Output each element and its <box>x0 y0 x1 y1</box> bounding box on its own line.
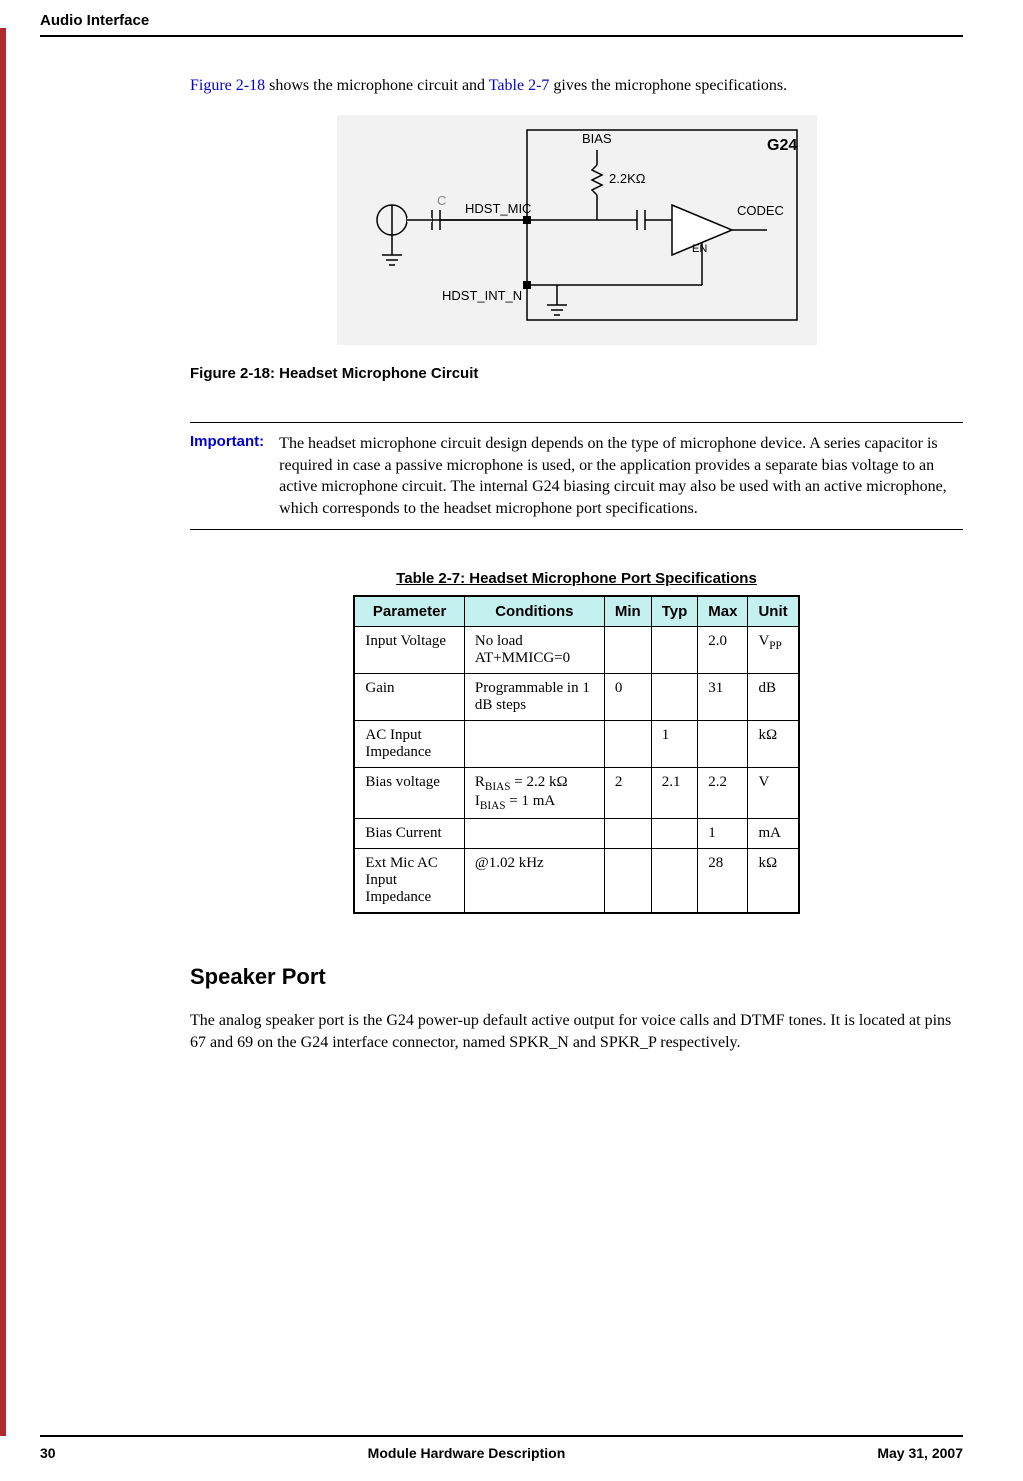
cell-min <box>604 849 651 914</box>
th-conditions: Conditions <box>464 596 604 627</box>
speaker-port-heading: Speaker Port <box>190 964 963 990</box>
cell-min: 2 <box>604 768 651 819</box>
table-header-row: Parameter Conditions Min Typ Max Unit <box>354 596 798 627</box>
note-label: Important: <box>190 433 264 519</box>
cell-typ: 1 <box>651 721 698 768</box>
important-note: Important: The headset microphone circui… <box>190 422 963 530</box>
table-row: AC Input Impedance 1 kΩ <box>354 721 798 768</box>
en-label: EN <box>692 243 707 255</box>
cell-unit: mA <box>748 819 799 849</box>
th-parameter: Parameter <box>354 596 464 627</box>
spec-table: Parameter Conditions Min Typ Max Unit In… <box>353 595 799 914</box>
table-row: GainProgrammable in 1 dB steps0 31dB <box>354 674 798 721</box>
cell-unit: dB <box>748 674 799 721</box>
g24-label: G24 <box>767 137 797 154</box>
cell-min <box>604 627 651 674</box>
th-unit: Unit <box>748 596 799 627</box>
cell-min <box>604 819 651 849</box>
cell-unit: VPP <box>748 627 799 674</box>
cell-parameter: Bias Current <box>354 819 464 849</box>
intro-text-1: shows the microphone circuit and <box>265 77 489 94</box>
cell-parameter: Ext Mic AC Input Impedance <box>354 849 464 914</box>
cell-unit: kΩ <box>748 721 799 768</box>
hdst-int-n-label: HDST_INT_N <box>442 288 522 303</box>
cell-conditions: Programmable in 1 dB steps <box>464 674 604 721</box>
cell-typ <box>651 627 698 674</box>
circuit-diagram: G24 BIAS 2.2KΩ HDST_MIC <box>337 115 817 345</box>
th-typ: Typ <box>651 596 698 627</box>
intro-paragraph: Figure 2-18 shows the microphone circuit… <box>190 77 963 95</box>
section-header: Audio Interface <box>40 12 963 37</box>
cell-min <box>604 721 651 768</box>
intro-text-2: gives the microphone specifications. <box>549 77 787 94</box>
cap-c-label: C <box>437 193 446 208</box>
cell-max: 31 <box>698 674 748 721</box>
cell-unit: kΩ <box>748 849 799 914</box>
cell-conditions: No loadAT+MMICG=0 <box>464 627 604 674</box>
cell-parameter: Input Voltage <box>354 627 464 674</box>
footer-page-number: 30 <box>40 1445 56 1461</box>
cell-max: 1 <box>698 819 748 849</box>
cell-max: 2.0 <box>698 627 748 674</box>
cell-max: 2.2 <box>698 768 748 819</box>
codec-label: CODEC <box>737 203 784 218</box>
table-caption: Table 2-7: Headset Microphone Port Speci… <box>190 570 963 587</box>
table-row: Ext Mic AC Input Impedance@1.02 kHz 28kΩ <box>354 849 798 914</box>
note-text: The headset microphone circuit design de… <box>279 433 963 519</box>
cell-conditions: @1.02 kHz <box>464 849 604 914</box>
bias-label: BIAS <box>582 131 612 146</box>
table-ref-link[interactable]: Table 2-7 <box>489 77 550 94</box>
table-row: Bias Current 1mA <box>354 819 798 849</box>
cell-max <box>698 721 748 768</box>
cell-parameter: AC Input Impedance <box>354 721 464 768</box>
cell-parameter: Bias voltage <box>354 768 464 819</box>
th-min: Min <box>604 596 651 627</box>
left-red-bar <box>0 28 6 1436</box>
footer-date: May 31, 2007 <box>877 1445 963 1461</box>
footer-title: Module Hardware Description <box>368 1445 566 1461</box>
cell-conditions <box>464 819 604 849</box>
th-max: Max <box>698 596 748 627</box>
cell-parameter: Gain <box>354 674 464 721</box>
cell-typ <box>651 819 698 849</box>
cell-conditions: RBIAS = 2.2 kΩIBIAS = 1 mA <box>464 768 604 819</box>
cell-conditions <box>464 721 604 768</box>
cell-unit: V <box>748 768 799 819</box>
figure-ref-link[interactable]: Figure 2-18 <box>190 77 265 94</box>
table-row: Input VoltageNo loadAT+MMICG=0 2.0VPP <box>354 627 798 674</box>
speaker-port-paragraph: The analog speaker port is the G24 power… <box>190 1010 963 1053</box>
cell-typ <box>651 849 698 914</box>
cell-min: 0 <box>604 674 651 721</box>
cell-max: 28 <box>698 849 748 914</box>
cell-typ <box>651 674 698 721</box>
page-footer: 30 Module Hardware Description May 31, 2… <box>40 1435 963 1461</box>
cell-typ: 2.1 <box>651 768 698 819</box>
table-row: Bias voltageRBIAS = 2.2 kΩIBIAS = 1 mA22… <box>354 768 798 819</box>
resistor-label: 2.2KΩ <box>609 171 646 186</box>
hdst-mic-label: HDST_MIC <box>465 201 531 216</box>
figure-caption: Figure 2-18: Headset Microphone Circuit <box>190 365 963 382</box>
